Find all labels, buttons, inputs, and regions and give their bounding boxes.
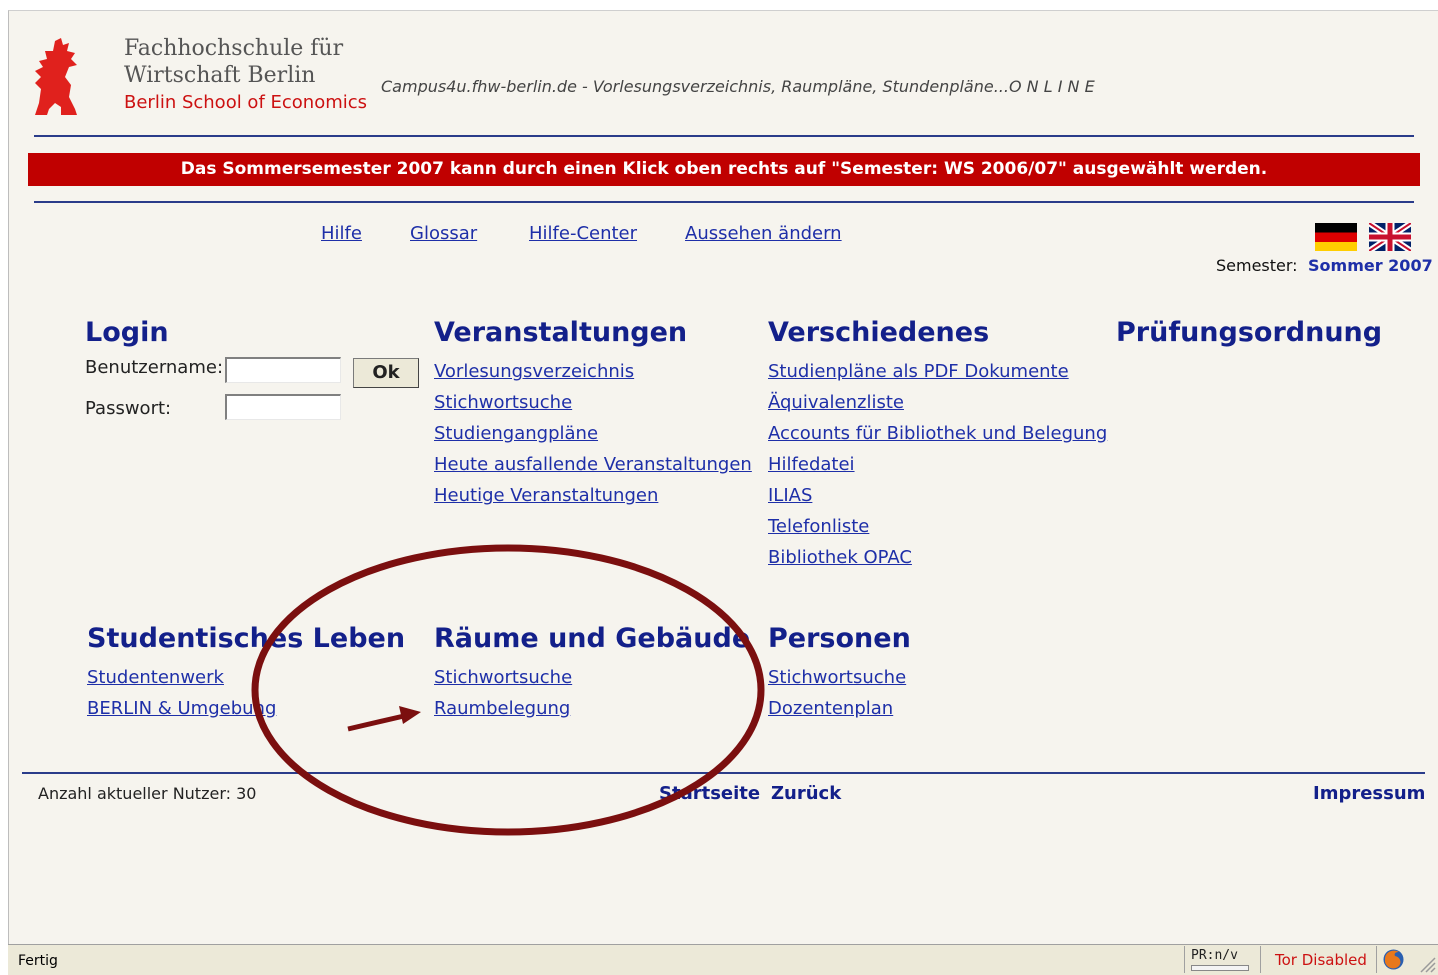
nav-hilfe-center-link[interactable]: Hilfe-Center	[529, 223, 637, 244]
active-users-count: Anzahl aktueller Nutzer: 30	[38, 784, 257, 803]
link-hilfedatei[interactable]: Hilfedatei	[768, 454, 855, 475]
institution-name-line2: Wirtschaft Berlin	[124, 63, 316, 88]
link-veranstaltungen-stichwortsuche[interactable]: Stichwortsuche	[434, 392, 572, 413]
nav-glossar-link[interactable]: Glossar	[410, 223, 477, 244]
verschiedenes-title: Verschiedenes	[768, 317, 990, 348]
status-text: Fertig	[18, 953, 58, 969]
tor-status-label: Tor Disabled	[1275, 951, 1367, 969]
link-heute-ausfallende-veranstaltungen[interactable]: Heute ausfallende Veranstaltungen	[434, 454, 752, 475]
footer-impressum-link[interactable]: Impressum	[1313, 783, 1425, 804]
password-input[interactable]	[225, 394, 341, 420]
header-divider	[34, 135, 1414, 137]
raeume-gebaeude-title: Räume und Gebäude	[434, 623, 751, 654]
link-ilias[interactable]: ILIAS	[768, 485, 812, 506]
nav-hilfe-link[interactable]: Hilfe	[321, 223, 362, 244]
institution-name: Fachhochschule für Wirtschaft Berlin	[124, 35, 343, 89]
pagerank-indicator[interactable]: PR:n/v	[1184, 946, 1254, 973]
institution-name-line1: Fachhochschule für	[124, 36, 344, 61]
footer-divider	[22, 772, 1425, 774]
link-heutige-veranstaltungen[interactable]: Heutige Veranstaltungen	[434, 485, 658, 506]
tor-status[interactable]: Tor Disabled	[1260, 946, 1370, 973]
uk-flag-icon[interactable]	[1369, 223, 1411, 251]
pagerank-label: PR:n/v	[1191, 948, 1238, 963]
footer-zurueck-link[interactable]: Zurück	[771, 783, 841, 804]
link-studiengangplaene[interactable]: Studiengangpläne	[434, 423, 598, 444]
studentisches-leben-title: Studentisches Leben	[87, 623, 406, 654]
pagerank-bar	[1191, 965, 1249, 971]
link-studienplaene-pdf[interactable]: Studienpläne als PDF Dokumente	[768, 361, 1069, 382]
username-label: Benutzername:	[85, 357, 224, 378]
veranstaltungen-title: Veranstaltungen	[434, 317, 688, 348]
password-label: Passwort:	[85, 398, 172, 419]
link-vorlesungsverzeichnis[interactable]: Vorlesungsverzeichnis	[434, 361, 634, 382]
link-telefonliste[interactable]: Telefonliste	[768, 516, 869, 537]
login-ok-button[interactable]: Ok	[353, 358, 419, 388]
browser-status-bar: Fertig PR:n/v Tor Disabled	[8, 944, 1438, 975]
link-dozentenplan[interactable]: Dozentenplan	[768, 698, 893, 719]
semester-selector[interactable]: Sommer 2007	[1308, 256, 1433, 275]
link-studentenwerk[interactable]: Studentenwerk	[87, 667, 224, 688]
site-tagline: Campus4u.fhw-berlin.de - Vorlesungsverze…	[381, 77, 1095, 96]
firefox-icon	[1383, 949, 1404, 970]
link-berlin-umgebung[interactable]: BERLIN & Umgebung	[87, 698, 276, 719]
semester-label: Semester:	[1216, 256, 1298, 275]
username-input[interactable]	[225, 357, 341, 383]
link-aequivalenzliste[interactable]: Äquivalenzliste	[768, 392, 904, 413]
german-flag-icon[interactable]	[1315, 223, 1357, 251]
banner-divider	[34, 201, 1414, 203]
berlin-bear-logo-icon	[35, 38, 77, 115]
login-title: Login	[85, 317, 169, 348]
footer-startseite-link[interactable]: Startseite	[659, 783, 760, 804]
page: Fachhochschule für Wirtschaft Berlin Ber…	[8, 10, 1438, 945]
nav-aussehen-aendern-link[interactable]: Aussehen ändern	[685, 223, 842, 244]
link-bibliothek-opac[interactable]: Bibliothek OPAC	[768, 547, 912, 568]
firefox-status-cell[interactable]	[1376, 946, 1410, 973]
personen-title: Personen	[768, 623, 911, 654]
link-raumbelegung[interactable]: Raumbelegung	[434, 698, 570, 719]
semester-banner: Das Sommersemester 2007 kann durch einen…	[28, 153, 1420, 186]
pruefungsordnung-title[interactable]: Prüfungsordnung	[1116, 317, 1382, 348]
institution-subtitle: Berlin School of Economics	[124, 92, 368, 113]
link-accounts-bibliothek[interactable]: Accounts für Bibliothek und Belegung	[768, 423, 1107, 444]
link-raeume-stichwortsuche[interactable]: Stichwortsuche	[434, 667, 572, 688]
resize-grip-icon[interactable]	[1418, 955, 1436, 973]
link-personen-stichwortsuche[interactable]: Stichwortsuche	[768, 667, 906, 688]
